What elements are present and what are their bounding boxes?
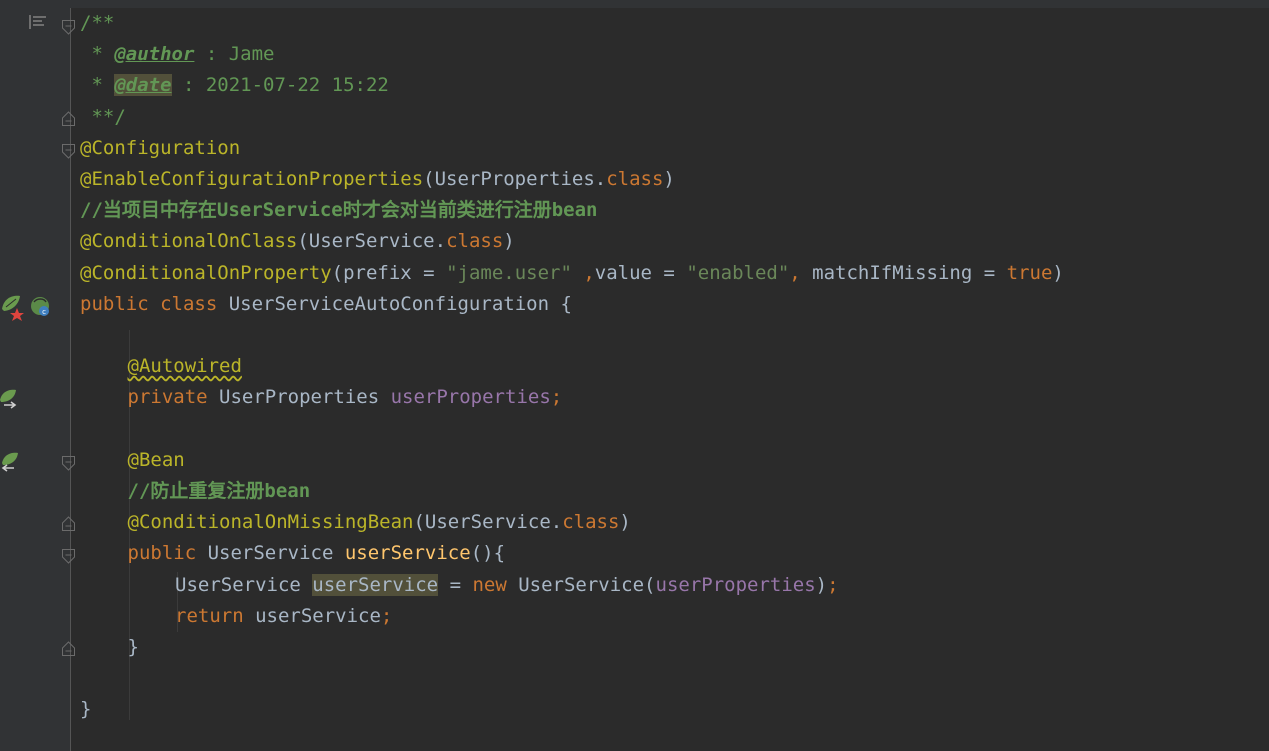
code-line[interactable]: @ConditionalOnProperty(prefix = "jame.us… <box>80 258 1064 289</box>
code-token: userProperties <box>655 573 816 596</box>
code-token: (){ <box>470 542 506 565</box>
code-token: public class <box>80 292 229 315</box>
spring-bean-icon[interactable]: c <box>0 293 54 326</box>
code-token: , <box>789 261 813 284</box>
code-line[interactable]: private UserProperties userProperties; <box>128 382 563 413</box>
code-token: class <box>606 168 664 190</box>
code-line[interactable]: public class UserServiceAutoConfiguratio… <box>80 289 572 320</box>
code-token: @EnableConfigurationProperties <box>80 168 424 190</box>
code-token: : 2021-07-22 15:22 <box>171 74 389 97</box>
code-line[interactable]: public UserService userService(){ <box>128 538 506 569</box>
code-token: /** <box>80 12 115 34</box>
code-token: //防止重复注册bean <box>127 480 311 502</box>
fold-marker-icon[interactable] <box>62 456 75 471</box>
fold-end-marker-icon[interactable] <box>62 641 75 656</box>
code-line[interactable]: @Autowired <box>128 351 242 382</box>
code-line[interactable]: @Configuration <box>80 133 240 164</box>
code-line[interactable]: **/ <box>80 102 126 133</box>
code-token: return <box>175 604 256 627</box>
bean-navigate-icon[interactable] <box>0 451 22 478</box>
code-token: ; <box>827 573 839 596</box>
code-token: //当项目中存在UserService时才会对当前类进行注册bean <box>80 199 598 222</box>
code-token: } <box>127 636 139 658</box>
editor-tab-strip <box>0 0 1269 8</box>
code-token: class <box>562 511 620 534</box>
code-token: @date <box>114 74 172 97</box>
code-line[interactable]: @EnableConfigurationProperties(UserPrope… <box>80 164 675 195</box>
code-token: : Jame <box>194 43 275 66</box>
code-token: UserService( <box>518 573 656 596</box>
code-token: @ConditionalOnClass <box>80 230 298 253</box>
code-line[interactable]: * @author : Jame <box>80 39 274 70</box>
code-line[interactable]: return userService; <box>175 601 392 632</box>
code-token: userService <box>344 542 471 565</box>
code-token: "jame.user" <box>446 261 572 284</box>
code-token: matchIfMissing = <box>812 261 1007 284</box>
code-token: ) <box>663 168 675 190</box>
code-token: (UserService. <box>297 230 447 253</box>
fold-end-marker-icon[interactable] <box>62 516 75 531</box>
code-token: @Bean <box>127 448 185 471</box>
fold-marker-icon[interactable] <box>62 20 75 35</box>
code-token: ) <box>503 230 515 253</box>
code-line[interactable]: @ConditionalOnClass(UserService.class) <box>80 226 515 257</box>
code-token: = <box>438 573 473 596</box>
code-token: ; <box>380 604 393 627</box>
code-line[interactable]: @Bean <box>128 445 185 476</box>
code-token: ) <box>815 573 828 596</box>
structure-icon[interactable] <box>28 14 48 35</box>
code-line[interactable]: @ConditionalOnMissingBean(UserService.cl… <box>128 507 631 538</box>
code-token: class <box>446 230 504 253</box>
code-token: , <box>571 261 595 284</box>
code-token: UserProperties <box>219 386 391 409</box>
code-token: (UserProperties. <box>423 168 607 190</box>
code-line[interactable]: //防止重复注册bean <box>128 476 311 507</box>
code-token: ) <box>619 511 631 534</box>
code-token: userProperties <box>390 386 551 409</box>
editor-gutter: c <box>0 8 75 751</box>
code-token: @Autowired <box>127 355 242 378</box>
svg-text:c: c <box>42 308 46 316</box>
code-token: (prefix = <box>331 261 447 284</box>
code-token: ; <box>550 386 563 409</box>
code-token: UserService <box>207 542 345 565</box>
code-token: * <box>80 43 115 66</box>
code-token: } <box>80 698 92 721</box>
code-token: UserService <box>175 573 313 596</box>
code-token: @author <box>114 43 195 66</box>
code-token: ) <box>1052 261 1064 284</box>
code-token: private <box>127 386 220 409</box>
code-token: userService <box>255 604 381 627</box>
code-token: @ConditionalOnProperty <box>80 261 332 284</box>
code-line[interactable]: } <box>80 694 91 725</box>
code-token: new <box>472 573 519 596</box>
code-line[interactable]: /** <box>80 8 114 39</box>
code-token: UserServiceAutoConfiguration { <box>228 292 572 315</box>
code-token: (UserService. <box>413 511 563 534</box>
code-line[interactable]: } <box>128 632 139 663</box>
code-token: true <box>1006 261 1053 284</box>
code-token: public <box>127 542 208 565</box>
code-line[interactable]: //当项目中存在UserService时才会对当前类进行注册bean <box>80 195 597 226</box>
code-token: * <box>80 74 115 97</box>
code-editor[interactable]: c /** * @author: Jame * @date: 2021-07… <box>0 0 1269 751</box>
fold-marker-icon[interactable] <box>62 549 75 564</box>
code-line[interactable]: UserService userService = new UserServic… <box>175 570 839 601</box>
fold-marker-icon[interactable] <box>62 144 75 159</box>
code-token: userService <box>312 573 439 596</box>
code-token: value = <box>594 261 687 284</box>
code-token: @ConditionalOnMissingBean <box>127 511 414 534</box>
code-token: **/ <box>80 105 126 128</box>
code-line[interactable]: * @date : 2021-07-22 15:22 <box>80 70 389 101</box>
code-token: "enabled" <box>686 261 790 284</box>
fold-end-marker-icon[interactable] <box>62 111 75 126</box>
autowired-navigate-icon[interactable] <box>0 388 22 415</box>
code-token: @Configuration <box>80 136 241 159</box>
